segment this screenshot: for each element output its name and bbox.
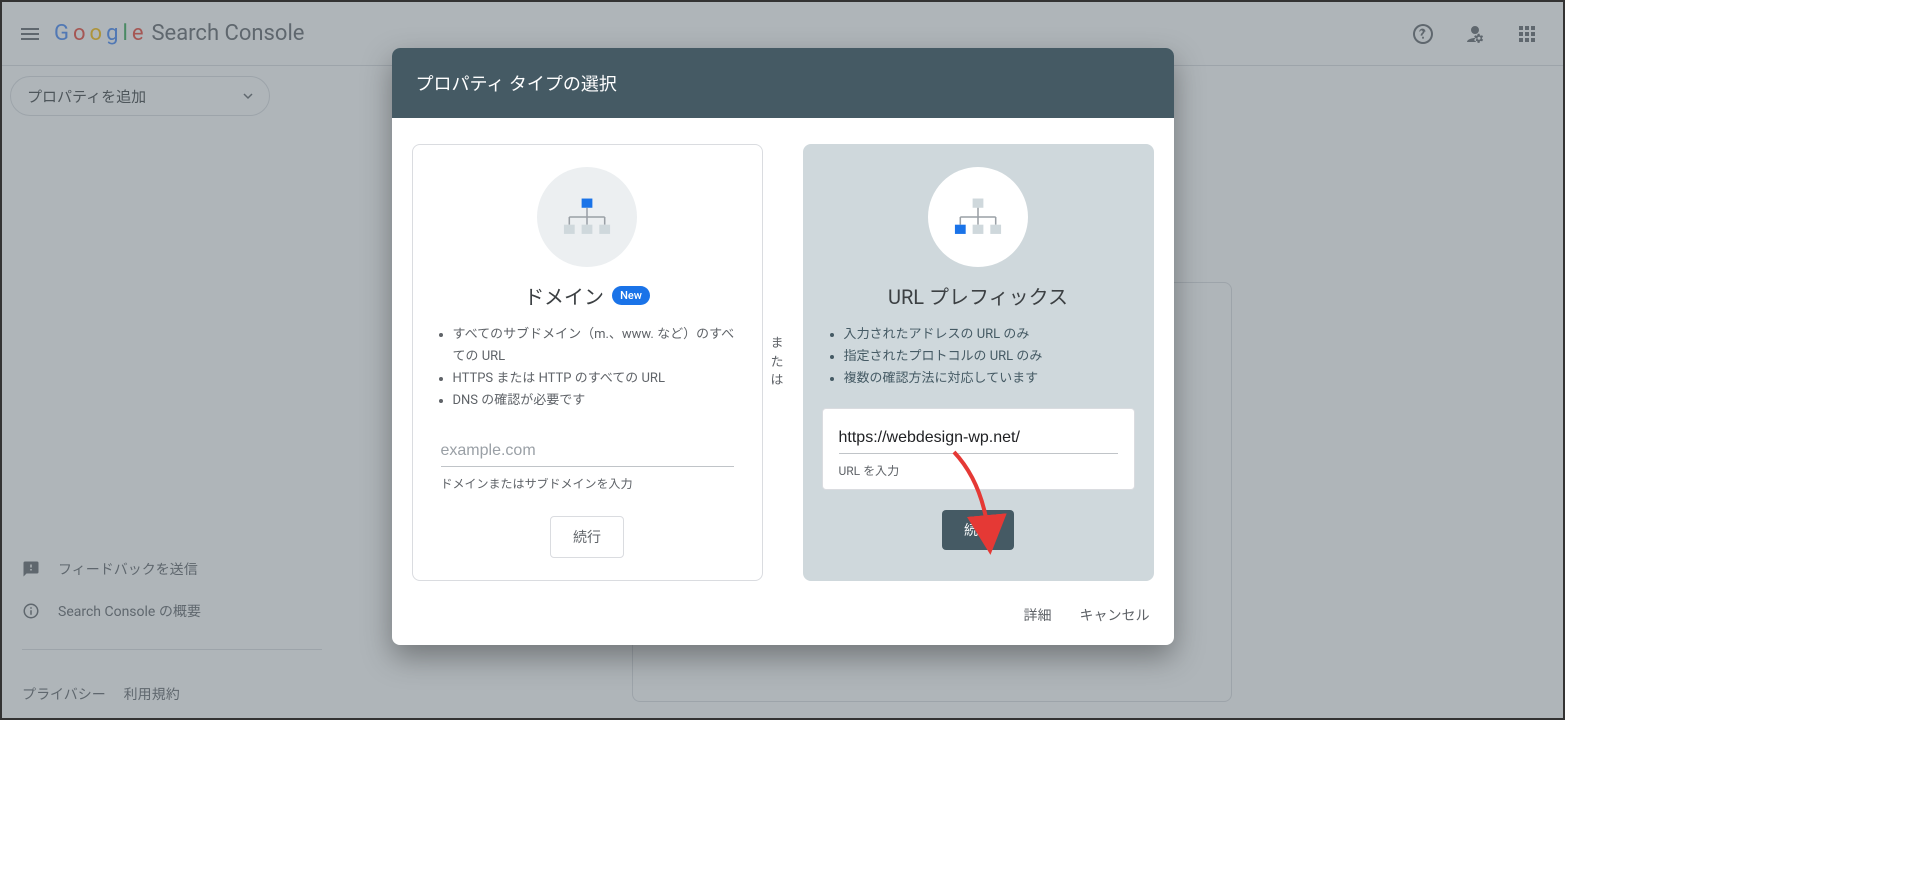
url-bullet-2: 指定されたプロトコルの URL のみ	[844, 346, 1135, 368]
cancel-button[interactable]: キャンセル	[1080, 605, 1150, 625]
domain-bullet-1: すべてのサブドメイン（m.、www. など）のすべての URL	[453, 324, 744, 368]
domain-input-hint: ドメインまたはサブドメインを入力	[441, 475, 734, 492]
sitemap-icon	[559, 197, 615, 237]
url-input[interactable]	[839, 423, 1118, 454]
details-link[interactable]: 詳細	[1024, 605, 1052, 625]
domain-icon-circle	[537, 167, 637, 267]
domain-bullet-3: DNS の確認が必要です	[453, 390, 744, 412]
modal-scrim[interactable]: プロパティ タイプの選択	[2, 2, 1563, 718]
domain-input-container: ドメインまたはサブドメインを入力	[431, 430, 744, 496]
sitemap-single-icon	[950, 197, 1006, 237]
domain-input[interactable]	[441, 436, 734, 467]
url-continue-button[interactable]: 続行	[942, 510, 1014, 550]
url-card-title: URL プレフィックス	[888, 281, 1068, 310]
url-bullet-3: 複数の確認方法に対応しています	[844, 368, 1135, 390]
url-bullet-1: 入力されたアドレスの URL のみ	[844, 324, 1135, 346]
url-prefix-property-card[interactable]: URL プレフィックス 入力されたアドレスの URL のみ 指定されたプロトコル…	[803, 144, 1154, 581]
property-type-dialog: プロパティ タイプの選択	[392, 48, 1174, 645]
domain-property-card[interactable]: ドメイン New すべてのサブドメイン（m.、www. など）のすべての URL…	[412, 144, 763, 581]
url-icon-circle	[928, 167, 1028, 267]
new-badge: New	[612, 286, 650, 305]
domain-bullet-2: HTTPS または HTTP のすべての URL	[453, 368, 744, 390]
domain-card-title: ドメイン	[524, 281, 604, 310]
or-divider: または	[771, 144, 795, 581]
dialog-title: プロパティ タイプの選択	[392, 48, 1174, 118]
url-input-hint: URL を入力	[839, 462, 1118, 479]
url-input-container: URL を入力	[822, 408, 1135, 490]
domain-continue-button[interactable]: 続行	[550, 516, 624, 558]
